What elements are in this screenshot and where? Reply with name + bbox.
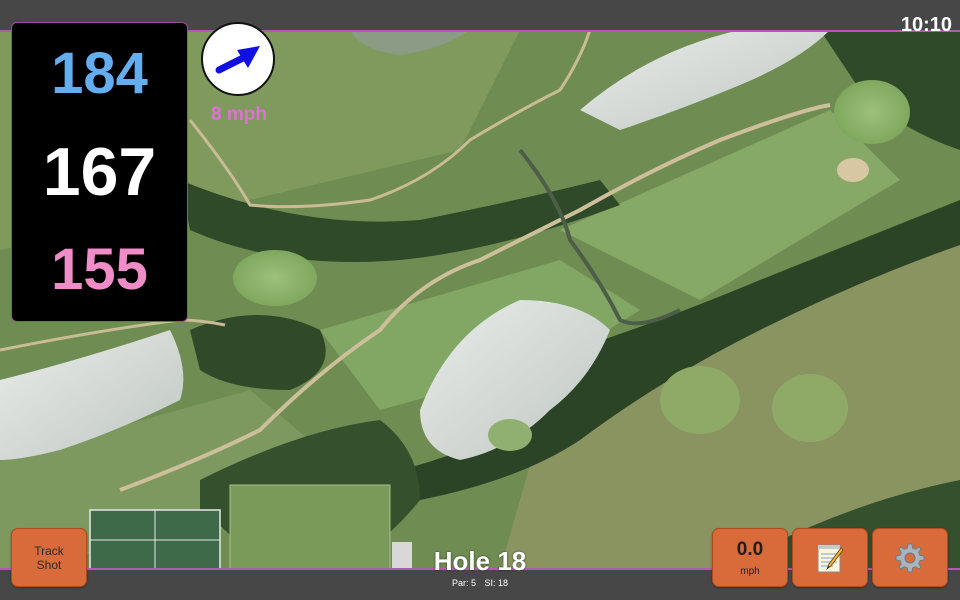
track-shot-label-line1: Track [34,543,64,558]
bunker [837,158,869,182]
clock: 10:10 [900,14,952,36]
hole-stroke-index: SI: 18 [484,578,509,588]
distance-front: 155 [51,237,148,302]
track-shot-label-line2: Shot [36,557,62,572]
speed-unit: mph [740,566,760,577]
gear-icon [895,543,925,572]
hole-par: Par: 5 [451,578,476,588]
settings-button[interactable] [872,528,948,587]
hole-info: Par: 5 SI: 18 [380,578,580,588]
green-left [233,250,317,306]
distance-panel: 184 167 155 [11,22,188,322]
green-lower-right-2 [772,374,848,442]
notepad-icon [817,544,844,572]
distance-middle: 167 [42,134,157,210]
speed-value: 0.0 [736,539,764,560]
practice-field [229,484,391,570]
wind-indicator [201,22,275,96]
hole-title: Hole 18 [433,546,527,576]
wind-direction-arrow-icon [215,46,260,74]
track-shot-button[interactable]: Track Shot [11,528,87,587]
green-upper-right [834,80,910,144]
notes-button[interactable] [792,528,868,587]
green-pond-island [488,419,532,451]
distance-back: 184 [51,41,148,106]
golf-gps-screen: 10:10 184 167 155 8 mph Track Shot Hole … [0,0,960,600]
speed-button[interactable]: 0.0 mph [712,528,788,587]
green-lower-right-1 [660,366,740,434]
wind-speed: 8 mph [211,104,267,125]
